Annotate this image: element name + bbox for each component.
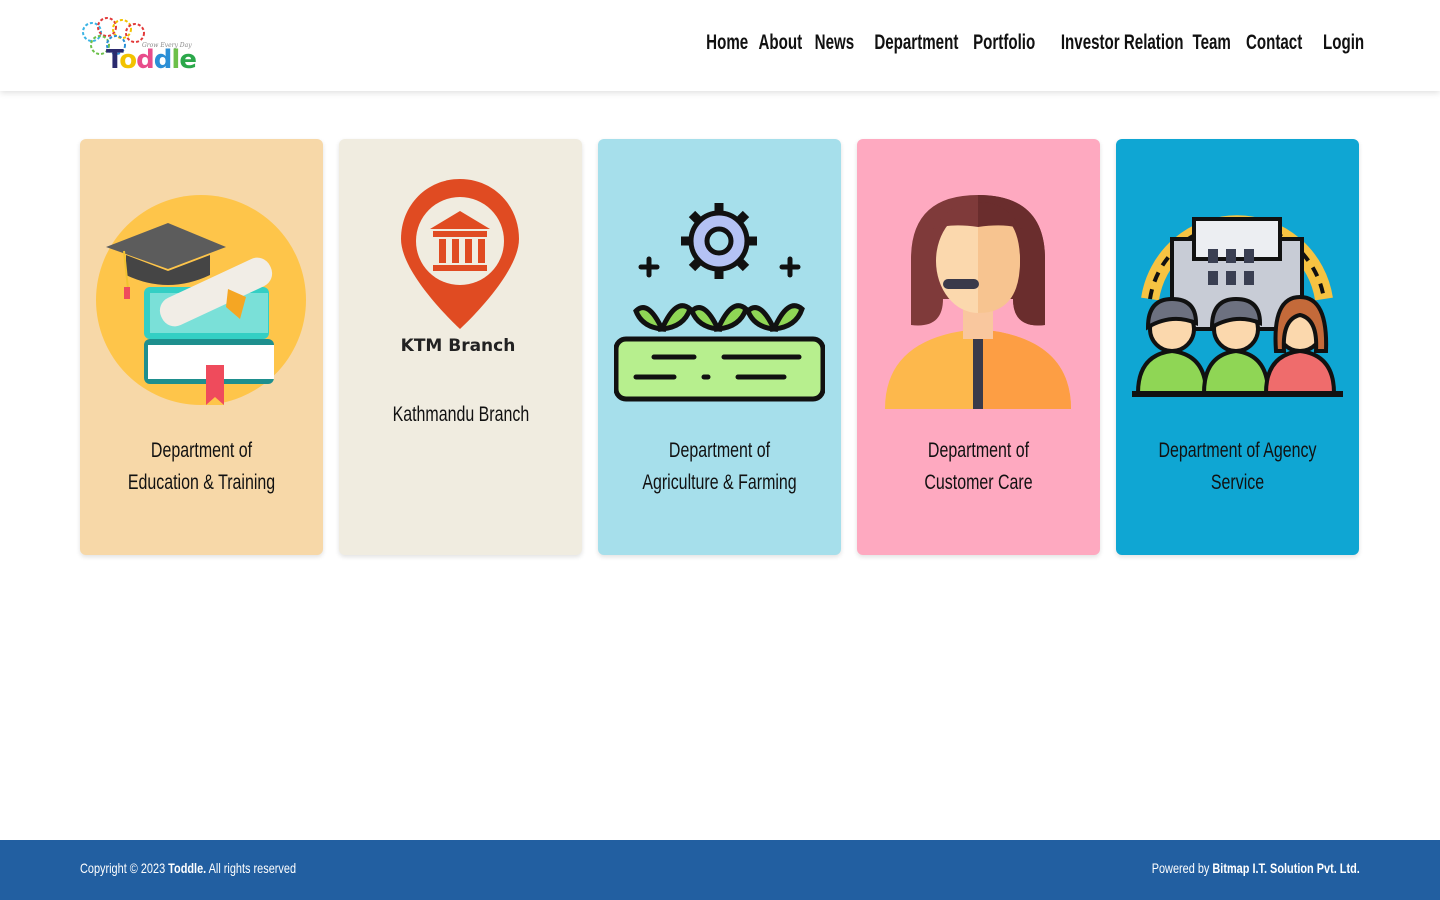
ktm-branch-pin-icon: KTM Branch [401, 179, 519, 356]
nav-home[interactable]: Home [706, 28, 748, 58]
site-footer: Copyright © 2023 Toddle. All rights rese… [0, 840, 1440, 900]
nav-contact[interactable]: Contact [1246, 28, 1302, 58]
card-agriculture-farming[interactable]: Department of Agriculture & Farming [598, 139, 841, 555]
agriculture-plants-gear-icon [614, 203, 825, 402]
card-title: Kathmandu Branch [392, 403, 529, 426]
footer-copyright: Copyright © 2023 Toddle. All rights rese… [80, 860, 297, 876]
nav-news[interactable]: News [815, 28, 854, 58]
customer-care-agent-icon [885, 195, 1071, 409]
card-title: Department of Customer Care [924, 439, 1033, 494]
card-kathmandu-branch[interactable]: KTM Branch Kathmandu Branch [339, 139, 582, 555]
nav-portfolio[interactable]: Portfolio [973, 28, 1035, 58]
footer-powered-by: Powered by Bitmap I.T. Solution Pvt. Ltd… [1151, 860, 1360, 876]
footer-brand-link[interactable]: Toddle. [168, 860, 206, 876]
card-education-training[interactable]: Department of Education & Training [80, 139, 323, 555]
ktm-branch-logo-text: KTM Branch [401, 336, 516, 356]
nav-login[interactable]: Login [1323, 28, 1364, 58]
footer-company-link[interactable]: Bitmap I.T. Solution Pvt. Ltd. [1213, 860, 1360, 876]
agency-building-people-icon [1132, 215, 1343, 397]
nav-investor-relation[interactable]: Investor Relation [1061, 28, 1184, 58]
department-cards: Department of Education & Training KTM B… [80, 139, 1360, 555]
nav-department[interactable]: Department [874, 28, 958, 58]
nav-team[interactable]: Team [1193, 28, 1231, 58]
card-title: Department of Agency Service [1158, 439, 1317, 494]
nav-about[interactable]: About [759, 28, 803, 58]
main-nav: Home About News Department Portfolio Inv… [698, 28, 1364, 58]
card-title: Department of Education & Training [127, 439, 276, 494]
card-title: Department of Agriculture & Farming [642, 439, 797, 494]
graduation-books-icon [96, 195, 306, 405]
card-agency-service[interactable]: Department of Agency Service [1116, 139, 1359, 555]
card-customer-care[interactable]: Department of Customer Care [857, 139, 1100, 555]
site-header: Grow Every Day Toddle Home About News De… [0, 0, 1440, 91]
logo-wordmark: Toddle [106, 45, 197, 75]
toddle-logo[interactable]: Grow Every Day Toddle [80, 15, 197, 77]
